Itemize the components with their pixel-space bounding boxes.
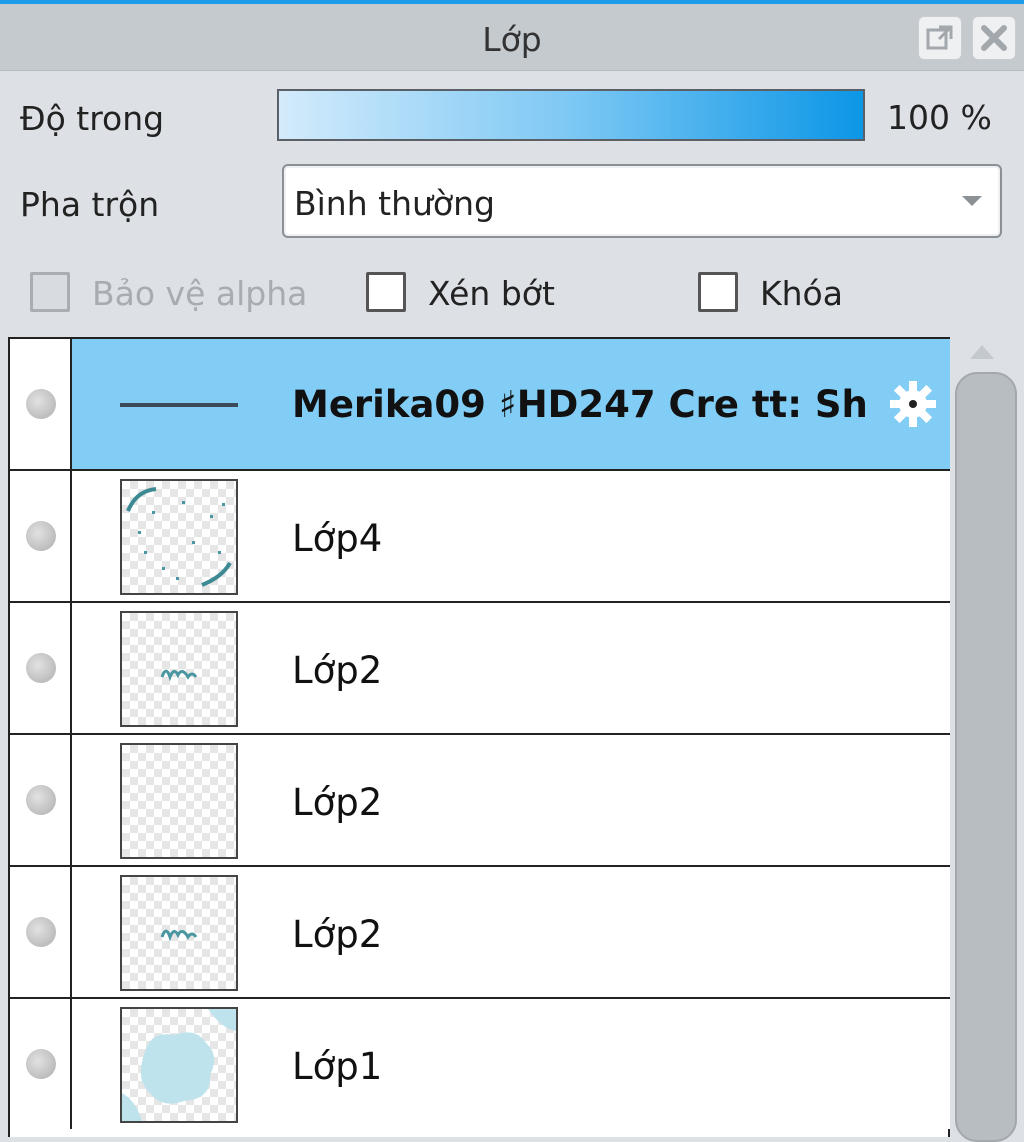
panel-titlebar: Lớp bbox=[0, 4, 1024, 71]
layer-thumbnail bbox=[120, 875, 238, 991]
chevron-down-icon bbox=[962, 196, 982, 206]
lock-checkbox[interactable] bbox=[698, 272, 738, 312]
layer-list: Merika09 ♯HD247 Cre tt: Sh Lớp4 Lớp2 Lớp… bbox=[8, 337, 950, 1137]
popout-button[interactable] bbox=[918, 16, 962, 60]
blend-mode-value: Bình thường bbox=[294, 184, 495, 223]
opacity-slider[interactable] bbox=[277, 89, 865, 141]
layer-name: Merika09 ♯HD247 Cre tt: Sh bbox=[292, 383, 868, 426]
folder-line-icon bbox=[120, 403, 238, 407]
layer-thumbnail bbox=[120, 611, 238, 727]
visibility-cell[interactable] bbox=[10, 867, 72, 997]
visibility-cell[interactable] bbox=[10, 999, 72, 1129]
blend-mode-select[interactable]: Bình thường bbox=[282, 164, 1002, 238]
scroll-up-icon[interactable] bbox=[970, 345, 994, 359]
gear-icon[interactable] bbox=[888, 379, 938, 429]
scrollbar-thumb[interactable] bbox=[955, 372, 1017, 1142]
visibility-cell[interactable] bbox=[10, 339, 72, 469]
visibility-cell[interactable] bbox=[10, 735, 72, 865]
layer-row-folder[interactable]: Merika09 ♯HD247 Cre tt: Sh bbox=[10, 337, 950, 469]
layer-row[interactable]: Lớp2 bbox=[10, 733, 950, 865]
close-icon bbox=[981, 25, 1007, 51]
layer-name: Lớp2 bbox=[292, 781, 383, 824]
visibility-cell[interactable] bbox=[10, 471, 72, 601]
close-button[interactable] bbox=[972, 16, 1016, 60]
visibility-toggle-icon[interactable] bbox=[26, 1049, 56, 1079]
lock-label: Khóa bbox=[760, 274, 843, 313]
visibility-cell[interactable] bbox=[10, 603, 72, 733]
layer-name: Lớp2 bbox=[292, 913, 383, 956]
opacity-fill bbox=[279, 91, 863, 139]
layer-row[interactable]: Lớp4 bbox=[10, 469, 950, 601]
layer-thumbnail bbox=[120, 1007, 238, 1123]
layer-thumbnail bbox=[120, 743, 238, 859]
visibility-toggle-icon[interactable] bbox=[26, 785, 56, 815]
alpha-protect-label: Bảo vệ alpha bbox=[92, 274, 308, 313]
opacity-label: Độ trong bbox=[20, 99, 165, 138]
popout-icon bbox=[926, 25, 953, 50]
visibility-toggle-icon[interactable] bbox=[26, 917, 56, 947]
layer-name: Lớp2 bbox=[292, 649, 383, 692]
visibility-toggle-icon[interactable] bbox=[26, 653, 56, 683]
blend-label: Pha trộn bbox=[20, 185, 160, 224]
layer-thumbnail bbox=[120, 479, 238, 595]
layer-name: Lớp4 bbox=[292, 517, 383, 560]
panel-title: Lớp bbox=[482, 20, 542, 59]
layer-row[interactable]: Lớp2 bbox=[10, 601, 950, 733]
layer-row-content: Merika09 ♯HD247 Cre tt: Sh bbox=[72, 339, 950, 469]
layer-row[interactable]: Lớp1 bbox=[10, 997, 950, 1129]
clip-label: Xén bớt bbox=[428, 274, 555, 313]
layer-row[interactable]: Lớp2 bbox=[10, 865, 950, 997]
visibility-toggle-icon[interactable] bbox=[26, 521, 56, 551]
alpha-protect-checkbox[interactable] bbox=[30, 272, 70, 312]
clip-checkbox[interactable] bbox=[366, 272, 406, 312]
opacity-value: 100 % bbox=[887, 98, 992, 137]
visibility-toggle-icon[interactable] bbox=[26, 389, 56, 419]
layer-name: Lớp1 bbox=[292, 1045, 383, 1088]
